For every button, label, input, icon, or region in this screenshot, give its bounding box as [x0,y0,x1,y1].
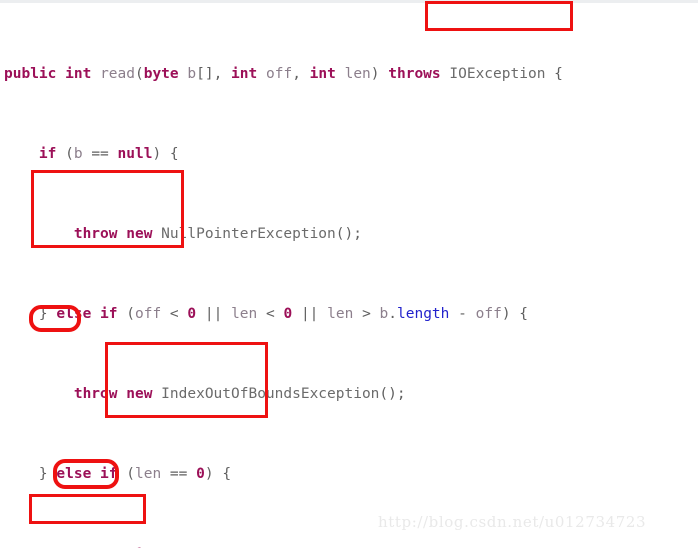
code-line-2: if (b == null) { [38,146,179,162]
code-screenshot: public int read(byte b[], int off, int l… [0,0,698,548]
code-line-1: public int read(byte b[], int off, int l… [4,66,563,82]
code-line-3: throw new NullPointerException(); [73,226,362,242]
code-line-6: } else if (len == 0) { [38,466,232,482]
code-line-7: return 0; [0,544,698,548]
watermark-text: http://blog.csdn.net/u012734723 [378,513,647,531]
code-line-4: } else if (off < 0 || len < 0 || len > b… [38,306,529,322]
code-line-5: throw new IndexOutOfBoundsException(); [73,386,406,402]
top-edge-strip [0,0,698,3]
code-listing: public int read(byte b[], int off, int l… [0,4,698,548]
